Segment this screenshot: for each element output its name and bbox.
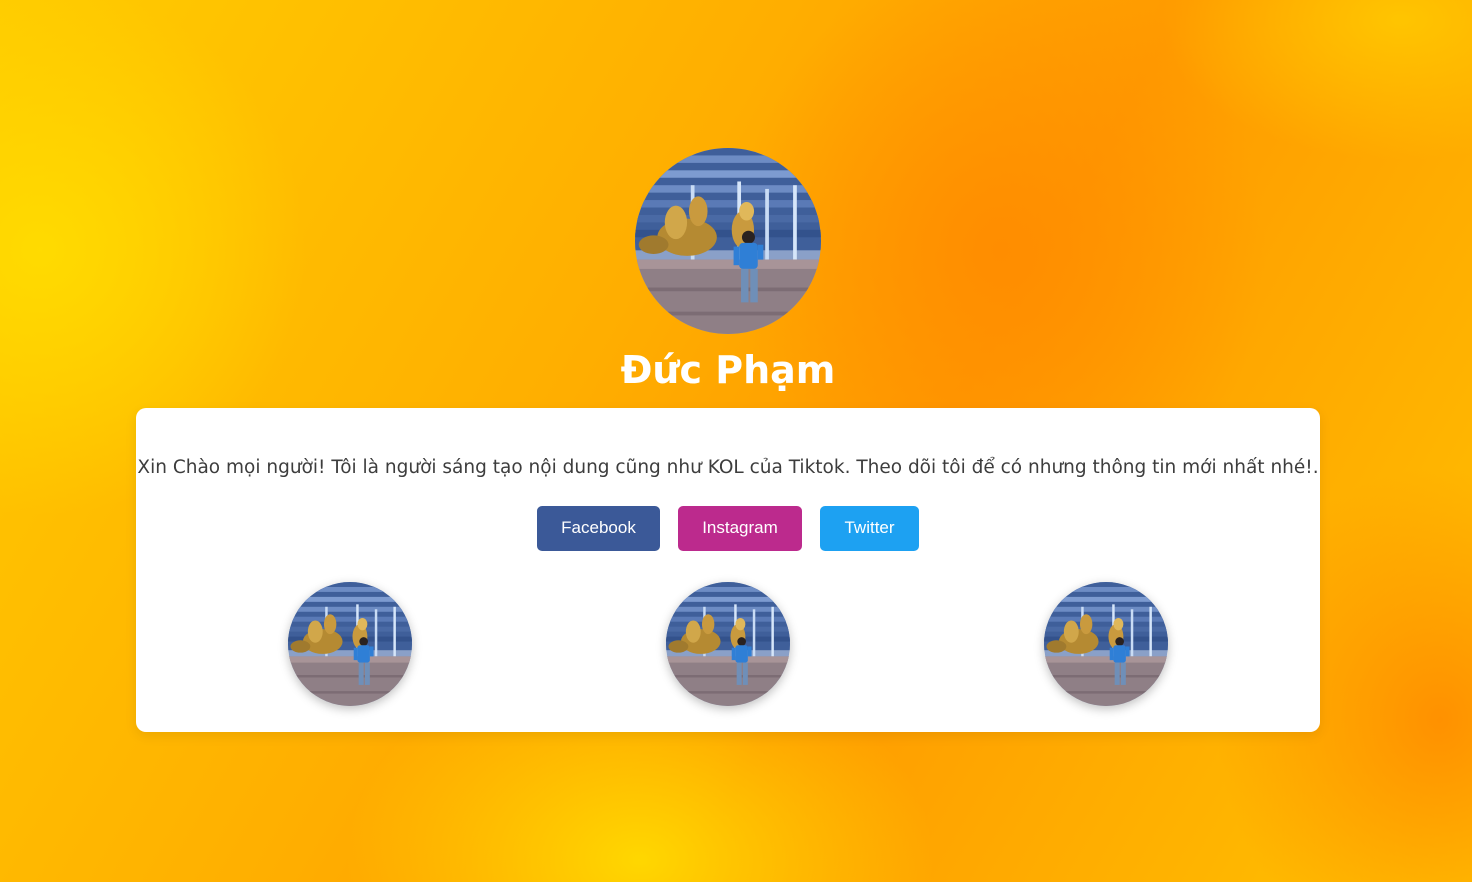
gallery-image-2[interactable] [666, 582, 790, 706]
gallery-image-3[interactable] [1044, 582, 1168, 706]
profile-name: Đức Phạm [620, 348, 836, 392]
profile-avatar [635, 148, 821, 334]
gallery-image-1[interactable] [288, 582, 412, 706]
twitter-button[interactable]: Twitter [820, 506, 919, 551]
profile-photo-icon [635, 148, 821, 334]
gallery-photo-icon [1044, 582, 1168, 706]
gallery-photo-icon [288, 582, 412, 706]
bio-text: Xin Chào mọi người! Tôi là người sáng tạ… [137, 457, 1319, 478]
gallery-photo-icon [666, 582, 790, 706]
facebook-button[interactable]: Facebook [537, 506, 660, 551]
instagram-button[interactable]: Instagram [678, 506, 802, 551]
profile-card: Xin Chào mọi người! Tôi là người sáng tạ… [136, 408, 1320, 732]
